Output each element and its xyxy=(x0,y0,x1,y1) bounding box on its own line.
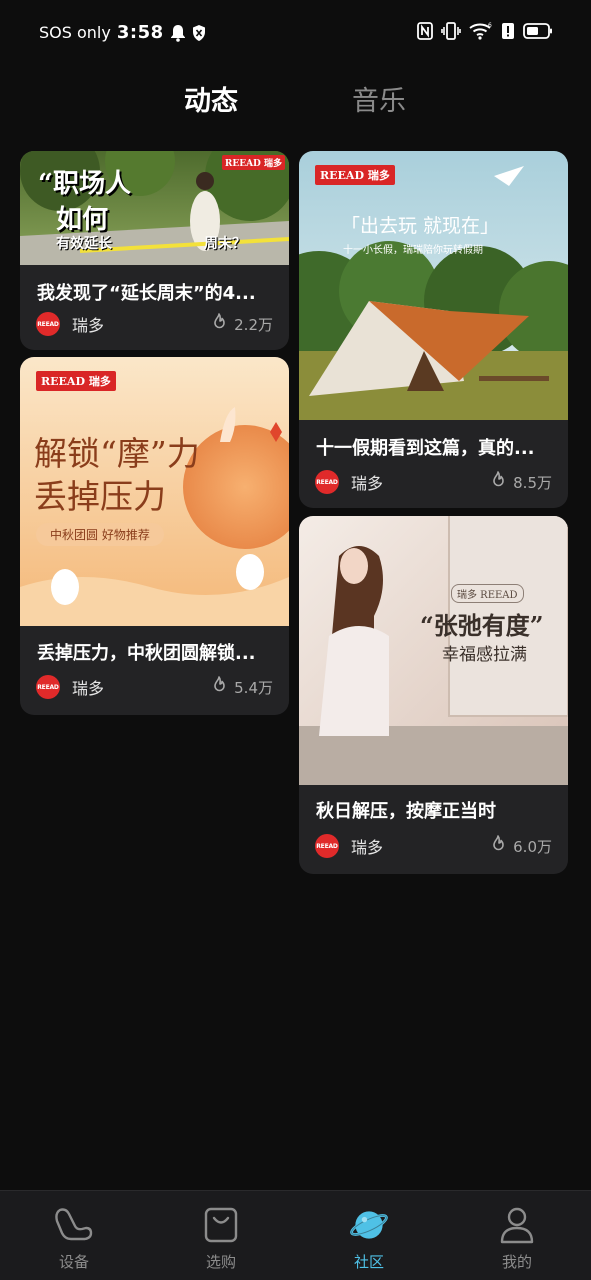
planet-icon xyxy=(349,1205,389,1245)
clock: 3:58 xyxy=(116,22,164,43)
nav-item-profile[interactable]: 我的 xyxy=(467,1205,567,1272)
card-title: 十一假期看到这篇，真的... xyxy=(316,438,535,459)
card-meta: REEAD 瑞多 8.5万 xyxy=(315,470,552,494)
likes: 2.2万 xyxy=(210,313,273,335)
cover-tag: 中秋团圆 好物推荐 xyxy=(36,523,164,546)
avatar[interactable]: REEAD xyxy=(36,312,60,336)
likes: 6.0万 xyxy=(489,835,552,857)
tab-moments[interactable]: 动态 xyxy=(184,84,238,120)
card-meta: REEAD 瑞多 6.0万 xyxy=(315,834,552,858)
feed-card[interactable]: “职场人 如何 有效延长 周末？ REEAD 瑞多 我发现了“延长周末”的4..… xyxy=(20,151,289,350)
vibrate-icon xyxy=(441,22,461,40)
brand-badge: REEAD 瑞多 xyxy=(221,155,285,170)
status-bar-left: SOS only 3:58 xyxy=(39,22,206,43)
card-meta: REEAD 瑞多 2.2万 xyxy=(36,312,273,336)
cover-text: 解锁“摩”力 xyxy=(34,434,200,473)
alert-icon xyxy=(501,22,515,40)
cover-text: “张弛有度” xyxy=(420,611,544,640)
brand-badge: REEAD 瑞多 xyxy=(36,371,116,391)
cover-text: 幸福感拉满 xyxy=(442,645,527,665)
author-name[interactable]: 瑞多 xyxy=(72,312,104,336)
card-cover-image: “职场人 如何 有效延长 周末？ REEAD 瑞多 xyxy=(20,151,289,265)
card-cover-image: REEAD 瑞多 「出去玩 就现在」 十一小长假，瑞瑞陪你玩转假期 xyxy=(299,151,568,420)
card-cover-image: 瑞多 REEAD “张弛有度” 幸福感拉满 xyxy=(299,516,568,785)
svg-text:6: 6 xyxy=(488,22,492,29)
network-status: SOS only xyxy=(39,23,111,42)
feed-card[interactable]: 瑞多 REEAD “张弛有度” 幸福感拉满 秋日解压，按摩正当时 REEAD 瑞… xyxy=(299,516,568,874)
cover-text: 十一小长假，瑞瑞陪你玩转假期 xyxy=(343,245,483,256)
avatar[interactable]: REEAD xyxy=(315,834,339,858)
nav-label: 选购 xyxy=(205,1253,236,1271)
likes-count: 6.0万 xyxy=(513,837,552,856)
card-title: 秋日解压，按摩正当时 xyxy=(316,801,496,822)
shield-icon xyxy=(192,24,206,41)
flame-icon xyxy=(210,676,228,698)
author-name[interactable]: 瑞多 xyxy=(351,470,383,494)
flame-icon xyxy=(489,835,507,857)
top-tabs: 动态 音乐 xyxy=(0,84,591,124)
nav-label: 设备 xyxy=(58,1253,89,1271)
nav-label: 我的 xyxy=(501,1253,532,1271)
nav-item-shop[interactable]: 选购 xyxy=(171,1205,271,1272)
avatar-text: REEAD xyxy=(37,683,59,691)
cover-text: “职场人 xyxy=(38,169,131,199)
cover-text: 如何 xyxy=(56,205,109,235)
card-meta: REEAD 瑞多 5.4万 xyxy=(36,675,273,699)
shopping-bag-icon xyxy=(201,1205,241,1245)
feed-card[interactable]: REEAD 瑞多 「出去玩 就现在」 十一小长假，瑞瑞陪你玩转假期 十一假期看到… xyxy=(299,151,568,508)
bottom-nav: 设备 选购 社区 我的 xyxy=(0,1190,591,1280)
battery-icon xyxy=(523,22,553,40)
flame-icon xyxy=(489,471,507,493)
author-name[interactable]: 瑞多 xyxy=(72,675,104,699)
nav-label: 社区 xyxy=(353,1253,384,1271)
status-bar: SOS only 3:58 6 xyxy=(0,0,591,66)
tab-music[interactable]: 音乐 xyxy=(352,84,406,120)
status-bar-right: 6 xyxy=(417,22,553,40)
avatar-text: REEAD xyxy=(316,478,338,486)
avatar-text: REEAD xyxy=(37,320,59,328)
brand-badge: 瑞多 REEAD xyxy=(451,584,524,603)
feed-card[interactable]: REEAD 瑞多 解锁“摩”力 丢掉压力 中秋团圆 好物推荐 丢掉压力，中秋团圆… xyxy=(20,357,289,715)
likes-count: 5.4万 xyxy=(234,678,273,697)
cover-text: 有效延长 xyxy=(56,236,112,252)
cover-text: 周末？ xyxy=(204,236,246,252)
card-cover-image: REEAD 瑞多 解锁“摩”力 丢掉压力 中秋团圆 好物推荐 xyxy=(20,357,289,626)
nav-item-device[interactable]: 设备 xyxy=(24,1205,124,1272)
profile-icon xyxy=(497,1205,537,1245)
card-title: 我发现了“延长周末”的4... xyxy=(37,283,256,304)
bell-icon xyxy=(170,24,186,42)
flame-icon xyxy=(210,313,228,335)
massage-chair-icon xyxy=(54,1205,94,1245)
likes: 5.4万 xyxy=(210,676,273,698)
cover-text: 「出去玩 就现在」 xyxy=(341,215,500,237)
avatar[interactable]: REEAD xyxy=(36,675,60,699)
wifi-icon: 6 xyxy=(469,22,493,40)
avatar-text: REEAD xyxy=(316,842,338,850)
likes-count: 8.5万 xyxy=(513,473,552,492)
likes: 8.5万 xyxy=(489,471,552,493)
brand-badge: REEAD 瑞多 xyxy=(315,165,395,185)
avatar[interactable]: REEAD xyxy=(315,470,339,494)
card-title: 丢掉压力，中秋团圆解锁... xyxy=(37,643,256,664)
author-name[interactable]: 瑞多 xyxy=(351,834,383,858)
likes-count: 2.2万 xyxy=(234,315,273,334)
nfc-icon xyxy=(417,22,433,40)
nav-item-community[interactable]: 社区 xyxy=(319,1205,419,1272)
cover-text: 丢掉压力 xyxy=(34,477,166,516)
